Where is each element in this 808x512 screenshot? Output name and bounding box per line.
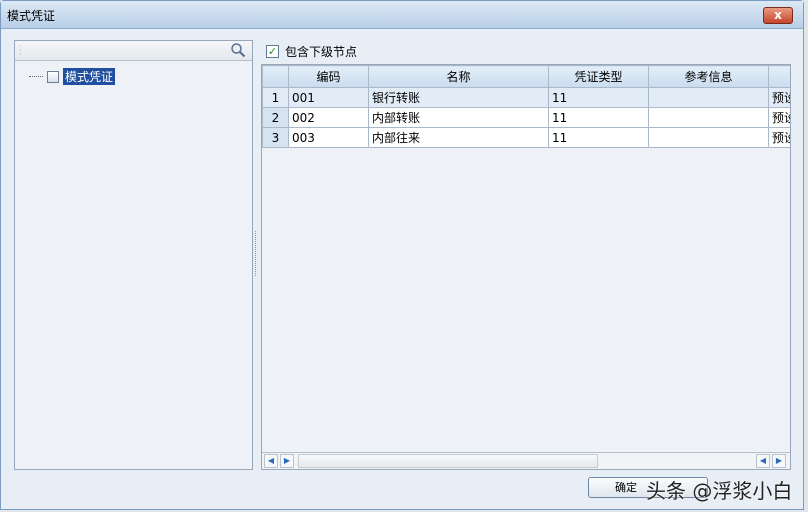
row-number: 1 xyxy=(262,87,289,108)
table-row[interactable]: 2 002 内部转账 11 预设 xyxy=(262,107,790,128)
cell-name[interactable]: 内部往来 xyxy=(368,127,549,148)
cell-type[interactable]: 11 xyxy=(548,107,649,128)
tree-panel: · · · 模式凭证 xyxy=(14,40,253,470)
cell-code[interactable]: 002 xyxy=(288,107,369,128)
horizontal-scrollbar[interactable]: ◀ ▶ ◀ ▶ xyxy=(262,452,790,469)
checkbox-checked-icon: ✓ xyxy=(266,45,279,58)
close-button[interactable]: x xyxy=(763,7,793,24)
col-header-name[interactable]: 名称 xyxy=(368,65,549,88)
col-header-ref[interactable]: 参考信息 xyxy=(648,65,769,88)
include-children-label: 包含下级节点 xyxy=(285,45,358,59)
cell-extra[interactable]: 预设 xyxy=(768,87,790,108)
table-row[interactable]: 3 003 内部往来 11 预设 xyxy=(262,127,790,148)
grip-icon: · · · xyxy=(19,42,22,59)
col-header-code[interactable]: 编码 xyxy=(288,65,369,88)
scroll-left-icon[interactable]: ◀ xyxy=(264,454,278,468)
scroll-right-end-icon[interactable]: ▶ xyxy=(772,454,786,468)
table-row[interactable]: 1 001 银行转账 11 预设 xyxy=(262,87,790,108)
cell-code[interactable]: 001 xyxy=(288,87,369,108)
cell-extra[interactable]: 预设 xyxy=(768,127,790,148)
scroll-right-icon[interactable]: ▶ xyxy=(280,454,294,468)
cell-ref[interactable] xyxy=(648,87,769,108)
cell-type[interactable]: 11 xyxy=(548,127,649,148)
splitter-handle[interactable] xyxy=(255,231,258,276)
row-number: 2 xyxy=(262,107,289,128)
row-number: 3 xyxy=(262,127,289,148)
cell-code[interactable]: 003 xyxy=(288,127,369,148)
window-title: 模式凭证 xyxy=(7,9,56,23)
cell-type[interactable]: 11 xyxy=(548,87,649,108)
cell-name[interactable]: 银行转账 xyxy=(368,87,549,108)
col-header-type[interactable]: 凭证类型 xyxy=(548,65,649,88)
col-header-extra[interactable] xyxy=(768,65,790,88)
tree-node-label: 模式凭证 xyxy=(63,68,116,85)
col-header-rownum xyxy=(262,65,289,88)
search-icon[interactable] xyxy=(230,42,246,58)
tree-line xyxy=(29,76,43,77)
scroll-thumb[interactable] xyxy=(298,454,598,468)
title-bar: 模式凭证 x xyxy=(1,1,803,29)
include-children-checkbox[interactable]: ✓ 包含下级节点 xyxy=(266,43,357,60)
tree-search-bar[interactable]: · · · xyxy=(15,41,252,61)
scroll-left-end-icon[interactable]: ◀ xyxy=(756,454,770,468)
node-icon xyxy=(47,70,59,83)
watermark: 头条 @浮浆小白 xyxy=(646,479,793,503)
cell-extra[interactable]: 预设 xyxy=(768,107,790,128)
tree-node-root[interactable]: 模式凭证 xyxy=(29,68,116,85)
voucher-grid: 编码 名称 凭证类型 参考信息 1 001 银行转账 11 预设 2 002 xyxy=(261,64,791,470)
dialog-window: 模式凭证 x · · · 模式凭证 ✓ 包含下级节点 编码 名称 凭证类型 参考信息 xyxy=(0,0,804,510)
cell-ref[interactable] xyxy=(648,107,769,128)
cell-ref[interactable] xyxy=(648,127,769,148)
cell-name[interactable]: 内部转账 xyxy=(368,107,549,128)
